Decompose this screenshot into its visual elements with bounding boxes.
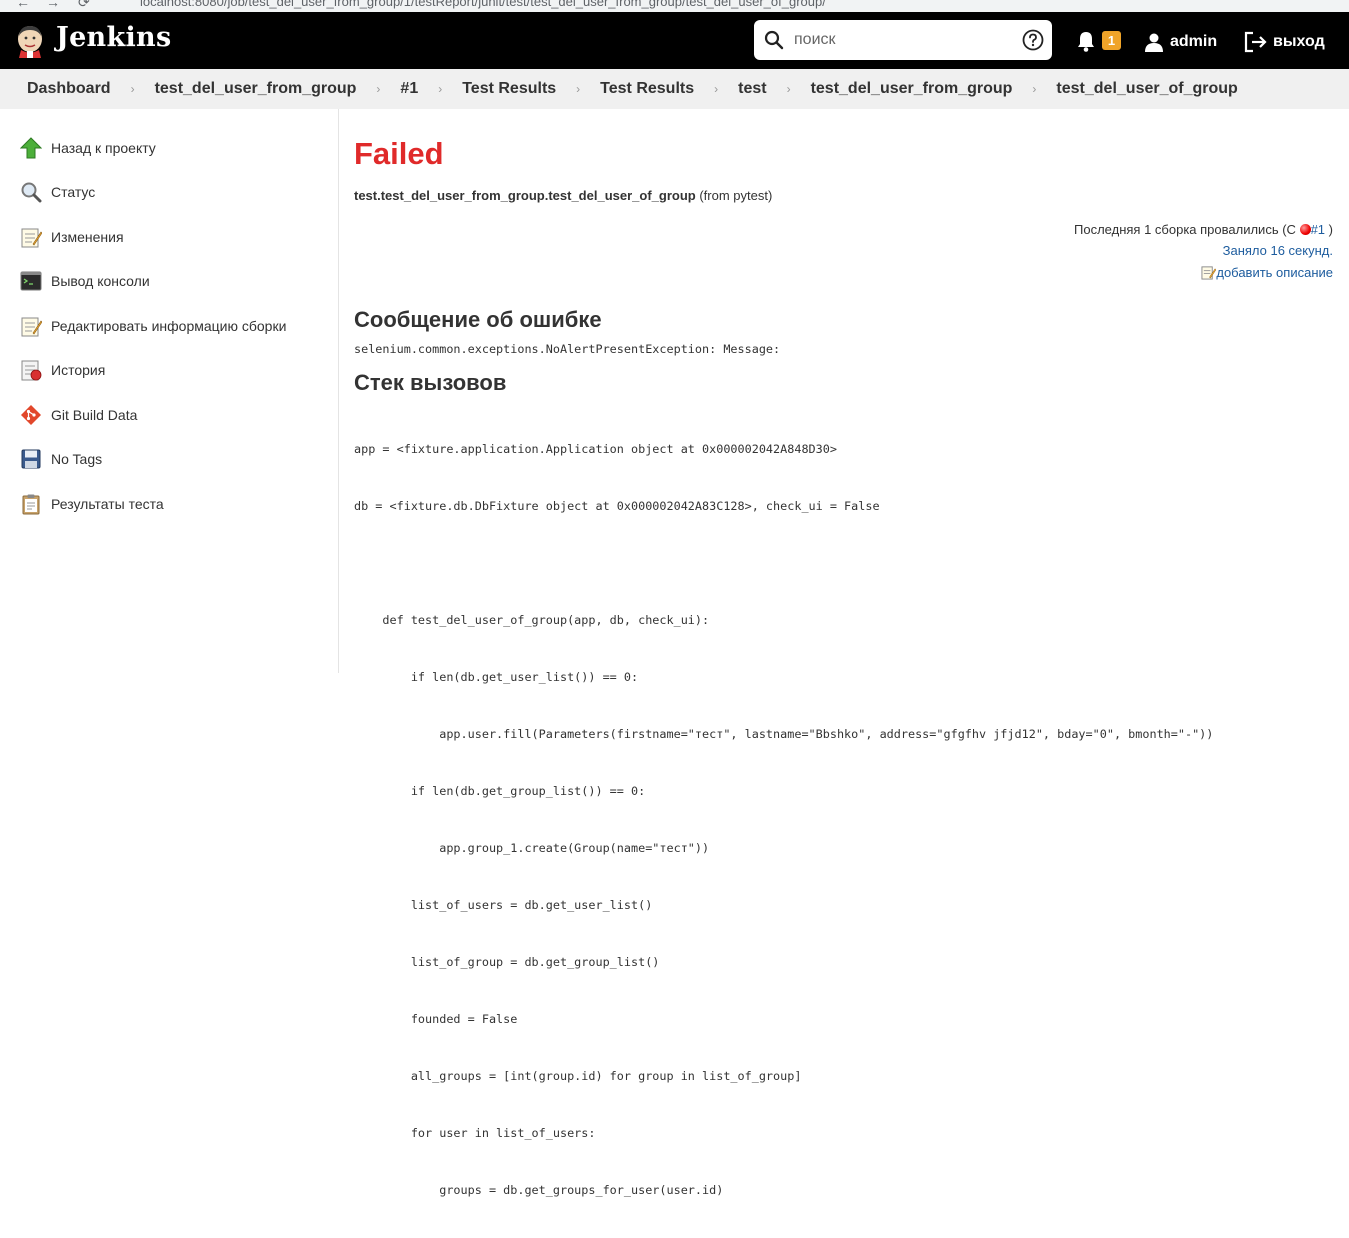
stack-trace-line: db = <fixture.db.DbFixture object at 0x0… (354, 499, 880, 513)
sidebar-item-git-build-data[interactable]: Git Build Data (20, 402, 137, 428)
breadcrumb-separator-icon: › (376, 82, 381, 96)
stack-trace-line: if len(db.get_user_list()) == 0: (354, 670, 639, 684)
test-name: test.test_del_user_from_group.test_del_u… (354, 188, 696, 203)
failing-since-text: Последняя 1 сборка провалились (С (1074, 222, 1296, 237)
sidebar-item-label: Назад к проекту (51, 140, 156, 156)
stack-trace-line: groups = db.get_groups_for_user(user.id) (354, 1183, 724, 1197)
logout-label: выход (1273, 33, 1325, 50)
notepad-edit-icon (1201, 266, 1217, 280)
history-icon (21, 360, 42, 381)
sidebar-item-label: No Tags (51, 451, 103, 467)
sidebar-item-no-tags[interactable]: No Tags (20, 446, 102, 472)
search-input[interactable] (794, 28, 1014, 52)
stack-trace-line: list_of_group = db.get_group_list() (354, 955, 660, 969)
sidebar-item-back-to-project[interactable]: Назад к проекту (20, 135, 156, 161)
stack-trace-line: all_groups = [int(group.id) for group in… (354, 1069, 802, 1083)
sidebar-item-changes[interactable]: Изменения (20, 224, 124, 250)
breadcrumb-item[interactable]: test_del_user_of_group (1056, 80, 1237, 98)
sidebar-item-label: Git Build Data (51, 407, 138, 423)
search-box (754, 20, 1052, 60)
stack-trace: app = <fixture.application.Application o… (354, 402, 1213, 1238)
top-header: Jenkins 1 admin выход (0, 12, 1349, 69)
sidebar-item-label: Статус (51, 184, 96, 200)
sidebar-item-edit-build-info[interactable]: Редактировать информацию сборки (20, 313, 286, 339)
search-icon (764, 30, 784, 50)
add-description-link[interactable]: добавить описание (1201, 265, 1333, 280)
bell-icon[interactable] (1076, 30, 1096, 52)
breadcrumb-item[interactable]: Test Results (462, 80, 556, 98)
sidebar-item-label: Вывод консоли (51, 273, 150, 289)
sidebar-item-label: Редактировать информацию сборки (51, 318, 287, 334)
stack-trace-line: for user in list_of_users: (354, 1126, 596, 1140)
stack-trace-line (354, 554, 1213, 573)
add-description-label: добавить описание (1216, 265, 1333, 280)
up-arrow-icon (20, 137, 42, 159)
user-menu[interactable]: admin (1144, 30, 1217, 54)
breadcrumb-item[interactable]: test_del_user_from_group (811, 80, 1013, 98)
browser-toolbar: ← → ⟳ localhost:8080/job/test_del_user_f… (0, 0, 1349, 12)
forward-icon[interactable]: → (46, 0, 60, 10)
notepad-icon (21, 228, 42, 248)
stack-trace-line: list_of_users = db.get_user_list() (354, 898, 653, 912)
notepad-edit-icon (21, 317, 42, 337)
breadcrumb-item[interactable]: #1 (400, 80, 418, 98)
breadcrumb-separator-icon: › (576, 82, 581, 96)
sidebar-item-label: Результаты теста (51, 496, 164, 512)
breadcrumb-separator-icon: › (786, 82, 791, 96)
test-status-title: Failed (354, 136, 444, 171)
breadcrumb-item[interactable]: Test Results (600, 80, 694, 98)
stack-trace-heading: Стек вызовов (354, 370, 507, 395)
main-panel: Failed test.test_del_user_from_group.tes… (354, 109, 1334, 1197)
magnifier-icon (21, 182, 42, 203)
back-icon[interactable]: ← (16, 0, 30, 10)
logout-button[interactable]: выход (1244, 30, 1325, 54)
sidebar: Назад к проекту Статус Изменения Вывод к… (0, 109, 339, 673)
breadcrumb-separator-icon: › (130, 82, 135, 96)
jenkins-logo-icon[interactable] (14, 24, 46, 58)
sidebar-item-status[interactable]: Статус (20, 179, 95, 205)
help-icon[interactable] (1022, 29, 1044, 51)
breadcrumb-item[interactable]: Dashboard (27, 80, 111, 98)
stack-trace-line: app.user.fill(Parameters(firstname="тест… (354, 727, 1214, 741)
stack-trace-line: app.group_1.create(Group(name="тест")) (354, 841, 710, 855)
brand-name[interactable]: Jenkins (56, 22, 171, 53)
test-source: (from pytest) (699, 188, 773, 203)
breadcrumb: Dashboard › test_del_user_from_group › #… (0, 69, 1349, 109)
floppy-icon (21, 449, 41, 469)
clipboard-icon (22, 494, 40, 515)
duration-link[interactable]: Заняло 16 секунд. (1223, 243, 1333, 258)
error-message-heading: Сообщение об ошибке (354, 307, 602, 332)
test-name-line: test.test_del_user_from_group.test_del_u… (354, 188, 772, 203)
failing-since: Последняя 1 сборка провалились (С #1 ) (1074, 222, 1333, 237)
notification-badge[interactable]: 1 (1102, 31, 1121, 50)
failing-since-build-link[interactable]: #1 (1311, 222, 1325, 237)
sidebar-item-history[interactable]: История (20, 357, 105, 383)
reload-icon[interactable]: ⟳ (78, 0, 90, 11)
sidebar-item-label: История (51, 362, 106, 378)
sidebar-item-label: Изменения (51, 229, 124, 245)
terminal-icon (20, 271, 42, 291)
breadcrumb-separator-icon: › (714, 82, 719, 96)
git-icon (21, 405, 41, 425)
address-bar[interactable]: localhost:8080/job/test_del_user_from_gr… (140, 0, 826, 9)
breadcrumb-separator-icon: › (1032, 82, 1037, 96)
sidebar-item-test-results[interactable]: Результаты теста (20, 491, 164, 517)
stack-trace-line: if len(db.get_group_list()) == 0: (354, 784, 646, 798)
sidebar-item-console-output[interactable]: Вывод консоли (20, 268, 150, 294)
breadcrumb-item[interactable]: test (738, 80, 766, 98)
breadcrumb-item[interactable]: test_del_user_from_group (155, 80, 357, 98)
stack-trace-line: app = <fixture.application.Application o… (354, 442, 837, 456)
user-icon (1145, 33, 1163, 52)
failing-since-suffix: ) (1328, 222, 1333, 237)
error-message: selenium.common.exceptions.NoAlertPresen… (354, 342, 781, 356)
failed-build-ball-icon (1299, 224, 1311, 235)
user-name: admin (1170, 33, 1218, 50)
breadcrumb-separator-icon: › (438, 82, 443, 96)
logout-icon (1244, 31, 1267, 53)
stack-trace-line: founded = False (354, 1012, 518, 1026)
stack-trace-line: def test_del_user_of_group(app, db, chec… (354, 613, 710, 627)
